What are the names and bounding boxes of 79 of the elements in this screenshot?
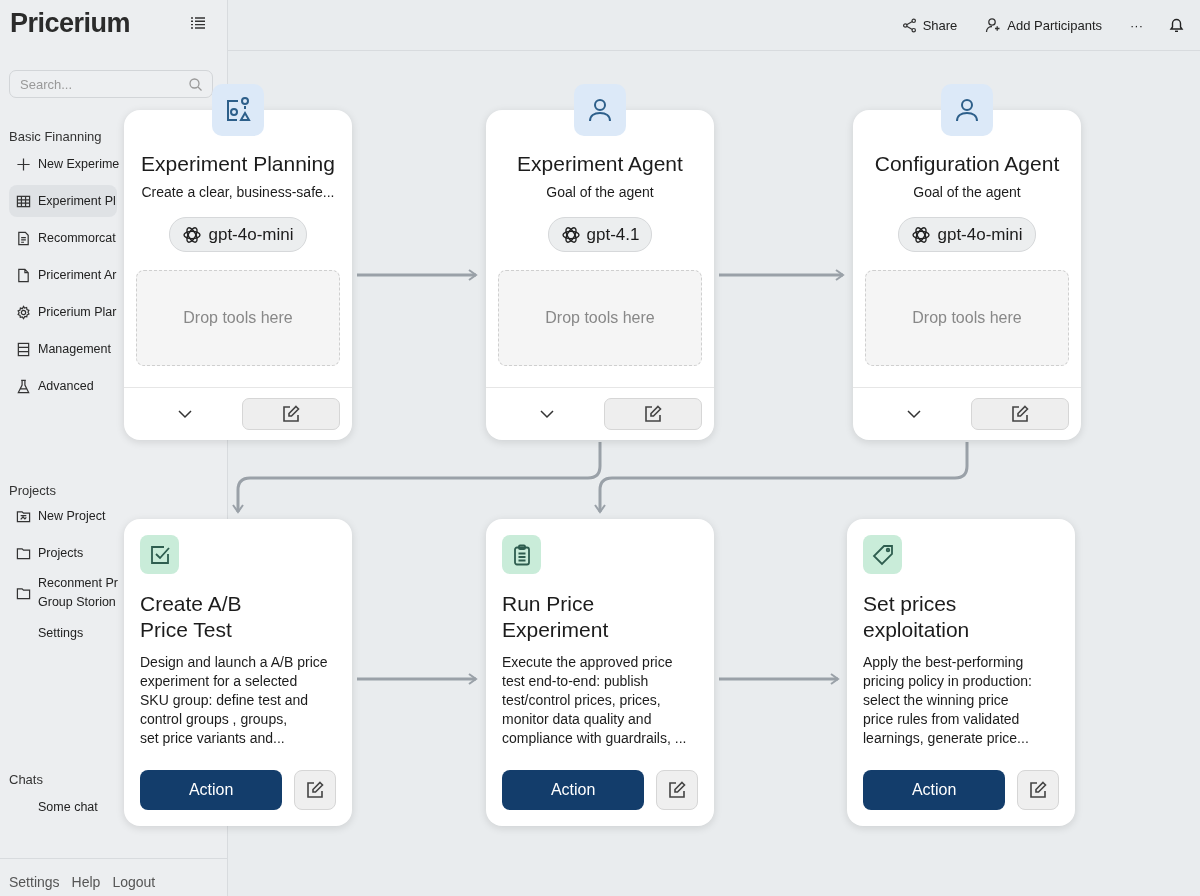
- sidebar-item[interactable]: New Project: [9, 500, 107, 532]
- edit-button[interactable]: [242, 398, 340, 430]
- person-icon: [587, 97, 613, 123]
- edit-button[interactable]: [1017, 770, 1059, 810]
- agent-title: Experiment Planning: [141, 152, 335, 176]
- folder-icon: [16, 545, 31, 561]
- edit-button[interactable]: [971, 398, 1069, 430]
- bell-icon[interactable]: [1169, 17, 1184, 33]
- step-title: Create A/B Price Test: [140, 591, 243, 643]
- section-title: Chats: [8, 772, 44, 787]
- edit-icon: [668, 781, 687, 799]
- edit-button[interactable]: [604, 398, 702, 430]
- checkbox-icon: [148, 543, 171, 566]
- edit-icon: [306, 781, 325, 799]
- model-chip[interactable]: gpt-4.1: [547, 217, 653, 252]
- search-icon: [189, 78, 202, 91]
- action-button[interactable]: Action: [863, 770, 1006, 810]
- edit-icon: [282, 405, 300, 423]
- knot-icon: [560, 224, 581, 245]
- person-icon: [954, 97, 980, 123]
- edit-icon: [1029, 781, 1048, 799]
- step-title: Run Price Experiment: [502, 591, 610, 643]
- sidebar-item[interactable]: Priceriment Ar: [9, 259, 118, 291]
- chevron-down-icon: [178, 409, 192, 419]
- agent-goal: Create a clear, business-safe...: [141, 184, 335, 200]
- section-title: Basic Finanning: [8, 129, 103, 144]
- agent-goal: Goal of the agent: [913, 184, 1021, 200]
- step-description: Design and launch a A/B price experiment for a selected SKU group: define test and control groups , groups, set price variants and...: [140, 653, 329, 748]
- chevron-down-icon: [907, 409, 921, 419]
- table-icon: [16, 193, 31, 209]
- agent-title: Configuration Agent: [874, 152, 1060, 176]
- brand-logo: Pricerium: [10, 7, 131, 39]
- edit-icon: [644, 405, 662, 423]
- add-person-icon: [985, 17, 1002, 33]
- gear-icon: [16, 304, 31, 320]
- step-description: Apply the best-performing pricing policy in production: select the winning price price rules from validated learnings, generate price...: [863, 653, 1033, 748]
- file-icon: [16, 267, 31, 283]
- edit-button[interactable]: [656, 770, 698, 810]
- flask-icon: [16, 378, 31, 394]
- sidebar-item[interactable]: Projects: [9, 537, 85, 569]
- agent-title: Experiment Agent: [517, 152, 683, 176]
- tag-icon: [871, 543, 894, 566]
- sidebar-item[interactable]: Reconment Pr Group Storion: [9, 574, 119, 612]
- step-description: Execute the approved price test end-to-end: publish test/control prices, prices, monitor data quality and compliance with guardrails, ...: [502, 653, 688, 748]
- sidebar-item[interactable]: Some chat: [9, 791, 99, 823]
- doc-icon: [16, 230, 31, 246]
- footer-link[interactable]: Help: [71, 874, 101, 890]
- toolbar-button[interactable]: Add Participants: [981, 13, 1106, 37]
- rows-icon: [16, 341, 31, 357]
- sidebar-item[interactable]: Management: [9, 333, 112, 365]
- action-button[interactable]: Action: [140, 770, 283, 810]
- model-chip[interactable]: gpt-4o-mini: [169, 217, 307, 252]
- sidebar-item[interactable]: Experiment Pl: [9, 185, 117, 217]
- toolbar-button[interactable]: ···: [1126, 13, 1147, 37]
- sidebar-item[interactable]: New Experime: [9, 148, 121, 180]
- menu-icon[interactable]: [191, 17, 205, 29]
- folder-image-icon: [16, 508, 31, 524]
- search-field[interactable]: Search...: [9, 70, 213, 98]
- footer-link[interactable]: Settings: [9, 874, 60, 890]
- model-chip[interactable]: gpt-4o-mini: [898, 217, 1036, 252]
- sidebar-item[interactable]: Advanced: [9, 370, 95, 402]
- knot-icon: [911, 224, 932, 245]
- action-button[interactable]: Action: [502, 770, 645, 810]
- shapes-icon: [225, 97, 251, 123]
- sidebar-item[interactable]: Settings: [9, 617, 85, 649]
- sidebar-item[interactable]: Pricerium Plar: [9, 296, 118, 328]
- toolbar-button[interactable]: Share: [897, 13, 962, 37]
- plus-icon: [16, 156, 31, 172]
- agent-goal: Goal of the agent: [546, 184, 654, 200]
- edit-icon: [1011, 405, 1029, 423]
- chevron-down-icon: [540, 409, 554, 419]
- folder-icon: [16, 585, 31, 601]
- knot-icon: [182, 224, 203, 245]
- edit-button[interactable]: [294, 770, 336, 810]
- section-title: Projects: [8, 483, 57, 498]
- step-title: Set prices exploitation: [863, 591, 971, 643]
- footer-link[interactable]: Logout: [112, 874, 156, 890]
- sidebar-item[interactable]: Recommorcat: [9, 222, 117, 254]
- share-icon: [901, 17, 917, 33]
